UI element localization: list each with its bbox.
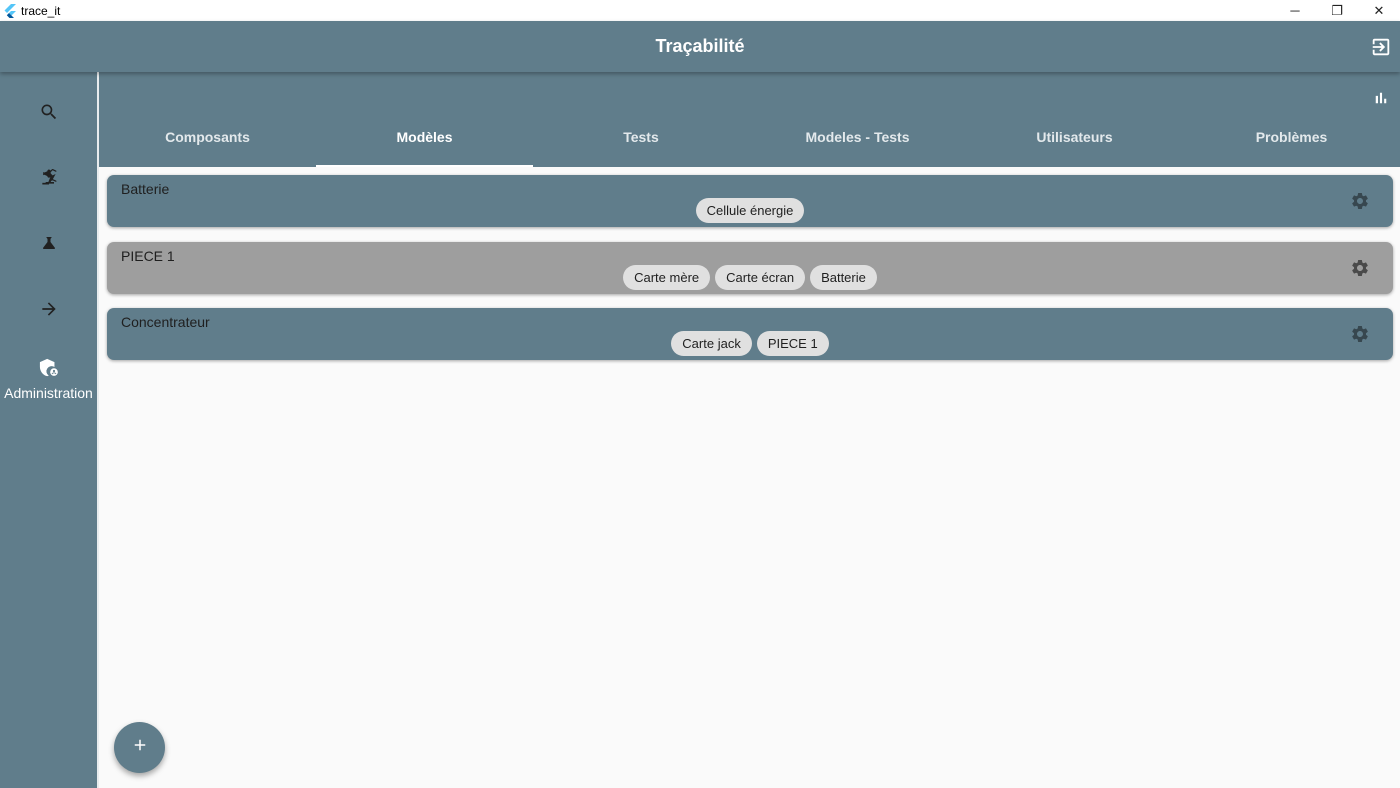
tab-label: Composants [165,129,250,145]
search-icon [39,102,59,127]
tab-problemes[interactable]: Problèmes [1183,129,1400,167]
flutter-logo-icon [4,3,18,18]
navigation-rail: Administration [0,72,97,788]
app-bar: Traçabilité [0,21,1400,72]
component-chip[interactable]: Batterie [810,264,877,290]
window-controls: ─ ❐ ✕ [1274,0,1400,21]
rail-divider [97,72,99,788]
bar-chart-icon[interactable] [1372,89,1390,107]
add-model-button[interactable] [114,722,165,773]
model-card-concentrateur[interactable]: Concentrateur Carte jack PIECE 1 [107,308,1393,360]
tab-utilisateurs[interactable]: Utilisateurs [966,129,1183,167]
model-card-piece-1[interactable]: PIECE 1 Carte mère Carte écran Batterie [107,241,1393,294]
tab-label: Modeles - Tests [805,129,910,145]
restore-button[interactable]: ❐ [1316,0,1358,21]
minimize-button[interactable]: ─ [1274,0,1316,21]
tab-label: Tests [623,129,659,145]
tab-tests[interactable]: Tests [533,129,749,167]
settings-gear-icon[interactable] [1350,258,1370,278]
model-name: PIECE 1 [121,247,175,264]
active-tab-indicator [316,165,533,167]
window-titlebar: trace_it ─ ❐ ✕ [0,0,1400,21]
rail-label-administration: Administration [4,385,93,401]
settings-gear-icon[interactable] [1350,191,1370,211]
tab-label: Modèles [396,129,453,145]
window-title: trace_it [21,3,61,18]
component-chips: Cellule énergie [107,198,1393,223]
arrow-forward-icon [39,299,59,324]
add-icon [131,736,149,759]
rail-item-forward[interactable] [0,299,97,324]
tab-modeles-tests[interactable]: Modeles - Tests [749,129,966,167]
settings-gear-icon[interactable] [1350,324,1370,344]
tab-modeles[interactable]: Modèles [316,129,533,167]
rail-item-tests[interactable] [0,234,97,257]
logout-icon[interactable] [1370,36,1392,58]
tabs-header: Composants Modèles Tests Modeles - Tests… [99,72,1400,167]
rail-item-administration[interactable]: Administration [0,358,97,401]
model-name: Batterie [121,181,170,197]
model-list: Batterie Cellule énergie PIECE 1 Carte m… [107,175,1393,375]
component-chip[interactable]: Cellule énergie [695,198,805,223]
component-chips: Carte mère Carte écran Batterie [107,264,1393,290]
component-chips: Carte jack PIECE 1 [107,331,1393,356]
component-chip[interactable]: Carte jack [671,331,752,356]
admin-shield-icon [38,358,60,383]
tab-label: Utilisateurs [1036,129,1113,145]
component-chip[interactable]: Carte écran [715,264,806,290]
component-chip[interactable]: Carte mère [623,264,711,290]
tab-composants[interactable]: Composants [99,129,316,167]
precision-manufacturing-icon [39,167,59,192]
close-button[interactable]: ✕ [1358,0,1400,21]
page-title: Traçabilité [655,36,745,56]
tab-label: Problèmes [1255,129,1328,145]
model-name: Concentrateur [121,314,210,330]
rail-item-manufacturing[interactable] [0,167,97,192]
model-card-batterie[interactable]: Batterie Cellule énergie [107,175,1393,227]
rail-item-search[interactable] [0,102,97,127]
flask-icon [40,234,58,257]
component-chip[interactable]: PIECE 1 [756,331,829,356]
